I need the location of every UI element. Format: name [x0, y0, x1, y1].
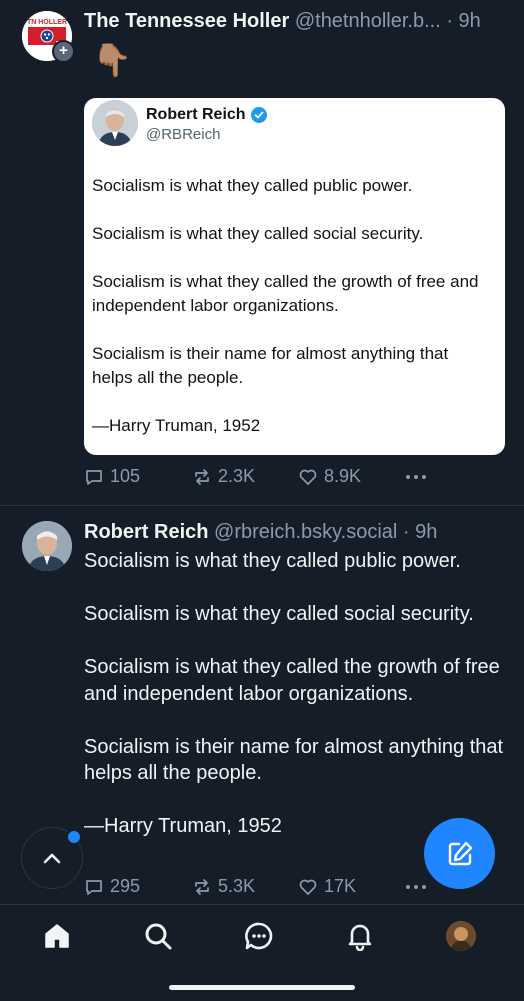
author-name[interactable]: Robert Reich [84, 521, 208, 543]
bell-icon [348, 924, 372, 951]
quote-text: Socialism is what they called public pow… [92, 174, 492, 462]
reply-button[interactable]: 295 [84, 876, 192, 897]
heart-icon [299, 879, 317, 895]
avatar-logo-text: TN HOLLER [27, 19, 67, 26]
post-actions: 105 2.3K 8.9K [84, 466, 428, 487]
quote-author-name-text: Robert Reich [146, 106, 246, 123]
home-indicator [169, 985, 355, 990]
follow-plus-badge[interactable]: + [52, 40, 75, 63]
author-handle[interactable]: @rbreich.bsky.social [214, 521, 397, 543]
tab-home[interactable] [40, 919, 74, 953]
feed-post[interactable]: TN HOLLER + The Tennessee Holler @thetnh… [0, 0, 524, 506]
post-text: Socialism is what they called public pow… [84, 548, 504, 866]
tab-chat[interactable] [242, 919, 276, 953]
quote-avatar [92, 100, 138, 146]
reply-button[interactable]: 105 [84, 466, 192, 487]
post-paragraph: Socialism is what they called public pow… [84, 550, 461, 572]
reply-count: 105 [110, 466, 141, 486]
heart-icon [299, 469, 317, 485]
post-paragraph: Socialism is what they called the growth… [84, 656, 500, 705]
speech-bubble-icon [86, 879, 102, 895]
profile-photo-icon [22, 521, 72, 571]
speech-bubble-icon [86, 469, 102, 485]
repost-count: 2.3K [218, 466, 256, 486]
ellipsis-icon [406, 474, 426, 479]
tab-notifications[interactable] [343, 919, 377, 953]
compose-button[interactable] [424, 818, 495, 889]
quote-author-handle: @RBReich [146, 126, 221, 143]
home-icon [45, 924, 69, 948]
repost-icon [195, 468, 209, 485]
like-count: 17K [324, 876, 357, 896]
like-button[interactable]: 17K [298, 876, 404, 897]
reply-count: 295 [110, 876, 141, 896]
post-paragraph: Socialism is what they called social sec… [84, 603, 474, 625]
quote-paragraph: Socialism is what they called the growth… [92, 272, 479, 315]
avatar[interactable] [22, 521, 72, 571]
tab-profile-avatar[interactable] [446, 921, 476, 951]
post-time: · 9h [402, 521, 438, 543]
post-header: Robert Reich @rbreich.bsky.social · 9h [84, 520, 437, 544]
verified-badge-icon [250, 107, 267, 123]
author-name[interactable]: The Tennessee Holler [84, 10, 289, 32]
repost-button[interactable]: 5.3K [192, 876, 298, 897]
ellipsis-icon [406, 884, 426, 889]
author-handle[interactable]: @thetnholler.b... [295, 10, 441, 32]
quote-paragraph: Socialism is their name for almost anyth… [92, 344, 449, 387]
post-emoji: 👇🏽 [92, 42, 132, 78]
like-count: 8.9K [324, 466, 362, 486]
post-time: · 9h [446, 10, 481, 32]
quote-author-name: Robert Reich [146, 106, 267, 124]
tab-search[interactable] [141, 919, 175, 953]
pencil-square-icon [448, 841, 472, 865]
quote-paragraph: Socialism is what they called social sec… [92, 224, 424, 243]
quote-paragraph: Socialism is what they called public pow… [92, 176, 413, 195]
chevron-up-icon [43, 853, 61, 864]
more-options-button[interactable] [404, 467, 428, 487]
repost-button[interactable]: 2.3K [192, 466, 298, 487]
new-posts-dot [66, 829, 82, 845]
quote-paragraph: —Harry Truman, 1952 [92, 416, 261, 435]
repost-count: 5.3K [218, 876, 256, 896]
like-button[interactable]: 8.9K [298, 466, 404, 487]
chat-icon [245, 922, 273, 950]
embedded-image-quote[interactable]: Robert Reich @RBReich Socialism is what … [84, 98, 505, 455]
more-options-button[interactable] [404, 877, 428, 897]
repost-icon [195, 878, 209, 895]
post-paragraph: Socialism is their name for almost anyth… [84, 735, 504, 785]
profile-avatar-icon [446, 921, 476, 951]
post-actions: 295 5.3K 17K [84, 876, 428, 897]
post-header: The Tennessee Holler @thetnholler.b... ·… [84, 9, 481, 33]
search-icon [145, 923, 172, 950]
